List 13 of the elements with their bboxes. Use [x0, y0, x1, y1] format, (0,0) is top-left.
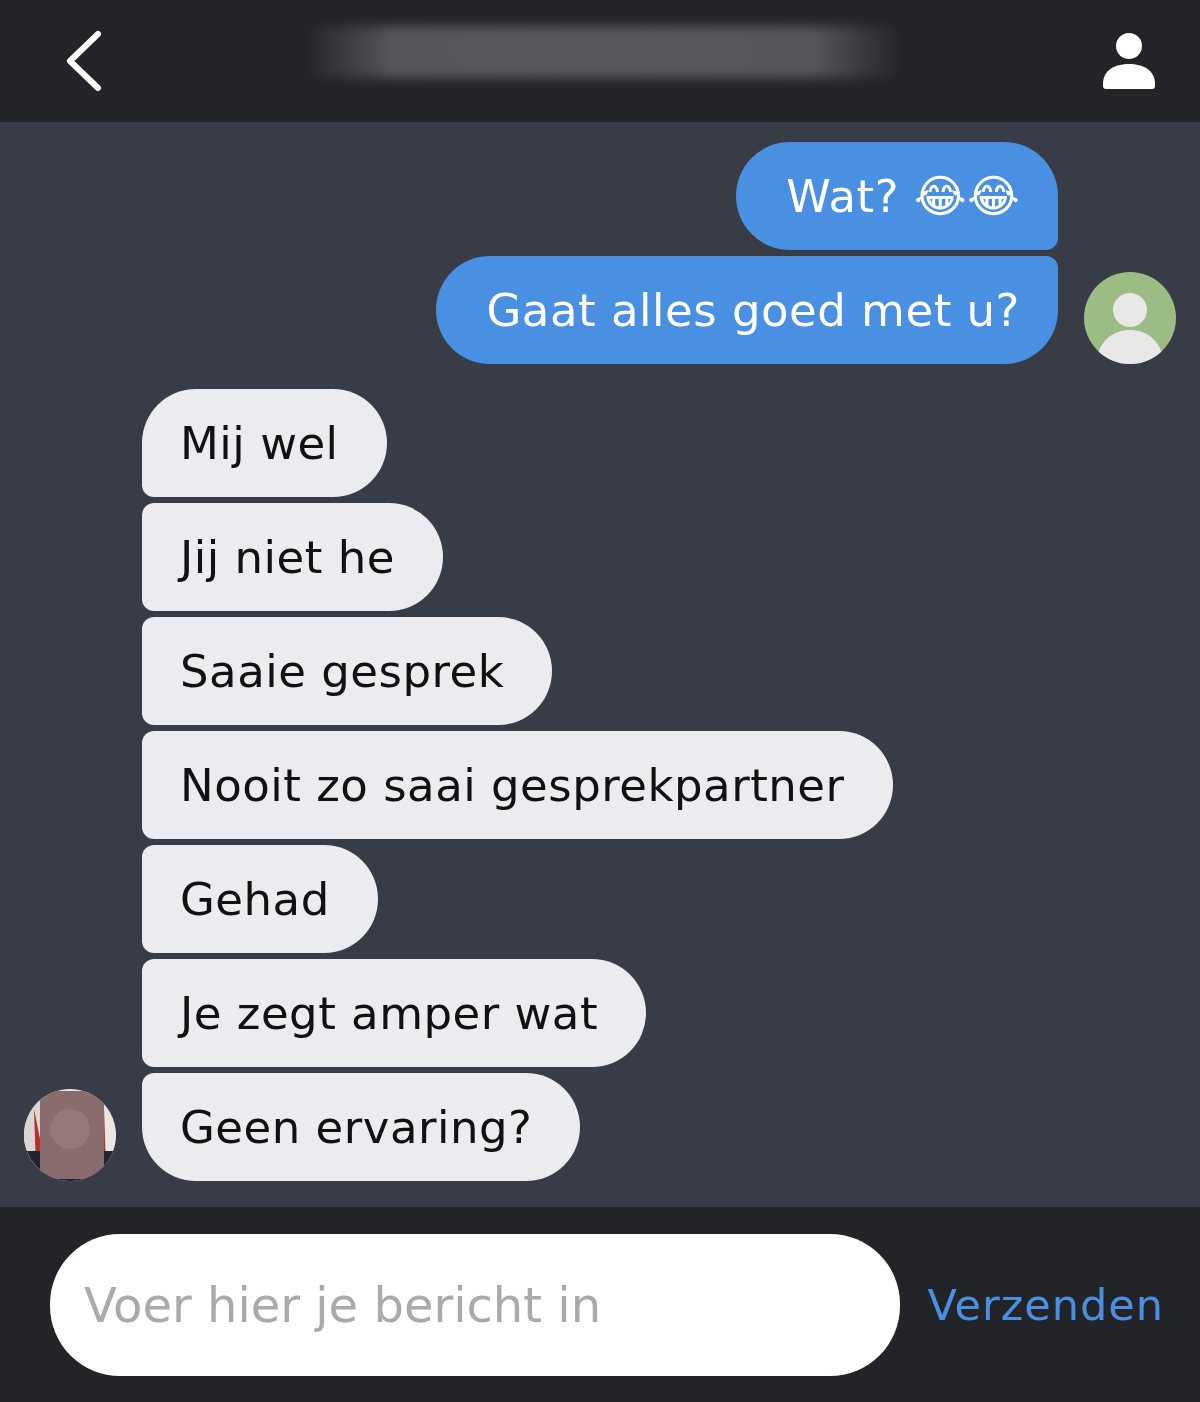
sent-message: Gaat alles goed met u?	[436, 256, 1058, 364]
back-button[interactable]	[64, 30, 104, 92]
send-button[interactable]: Verzenden	[927, 1279, 1164, 1330]
received-message: Saaie gesprek	[142, 617, 553, 725]
profile-button[interactable]	[1102, 32, 1156, 90]
received-message: Gehad	[142, 845, 378, 953]
received-message: Je zegt amper wat	[142, 959, 647, 1067]
received-message: Geen ervaring?	[142, 1073, 581, 1181]
sent-message: Wat? 😂😂	[736, 142, 1058, 250]
received-message: Nooit zo saai gesprekpartner	[142, 731, 893, 839]
received-message: Jij niet he	[142, 503, 443, 611]
message-input[interactable]: Voer hier je bericht in	[50, 1233, 900, 1376]
received-message: Mij wel	[142, 389, 387, 497]
